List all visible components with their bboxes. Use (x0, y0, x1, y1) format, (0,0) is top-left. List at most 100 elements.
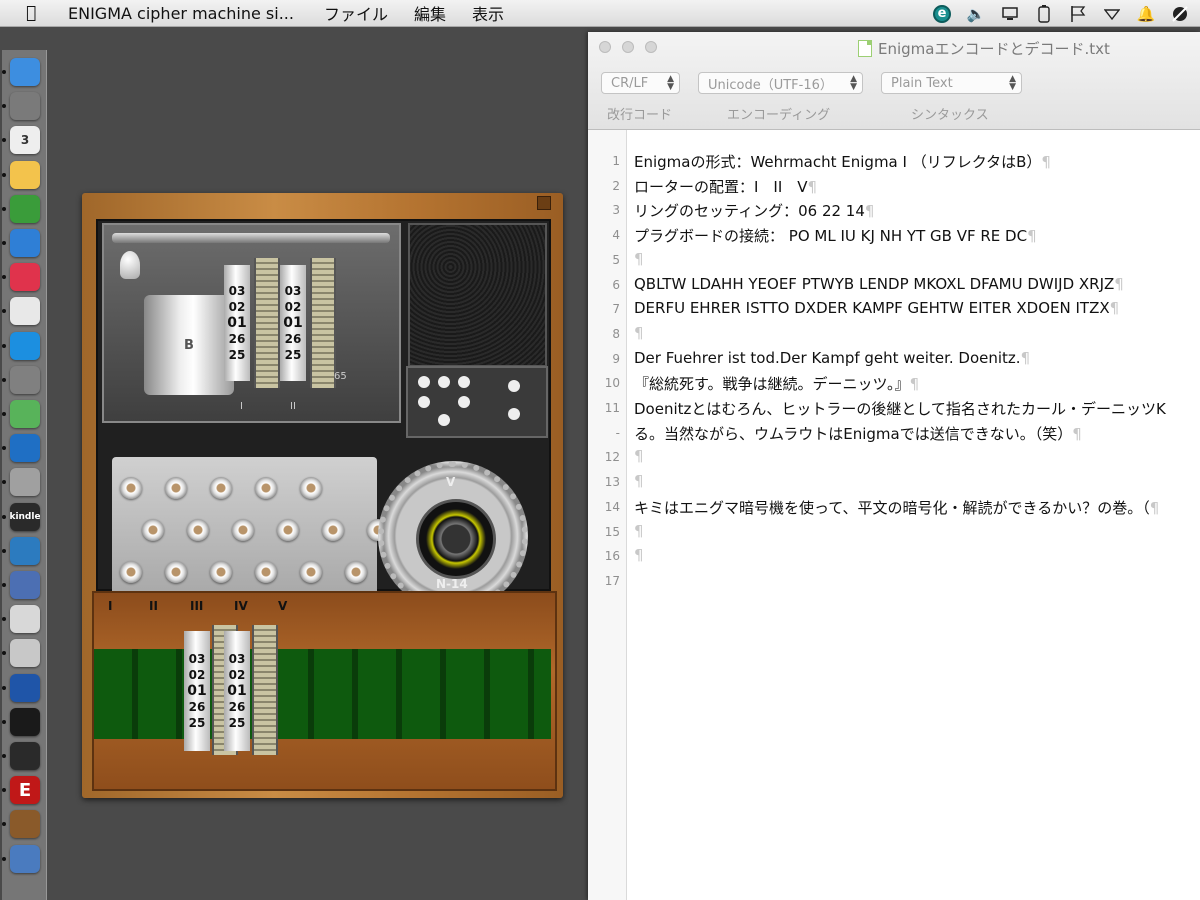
close-button[interactable] (599, 41, 611, 53)
text-line-content: QBLTW LDAHH YEOEF PTWYB LENDP MKOXL DFAM… (634, 274, 1115, 293)
chrome-icon[interactable] (10, 297, 40, 326)
rotor-2[interactable]: 03 02 01 26 25 (280, 265, 306, 381)
calendar-icon[interactable]: 3 (10, 126, 40, 155)
line-ending-popup[interactable]: CR/LF ▲ ▼ (601, 72, 680, 94)
chevron-updown-icon: ▲ ▼ (667, 74, 674, 92)
syntax-popup[interactable]: Plain Text ▲ ▼ (881, 72, 1022, 94)
itunes-icon[interactable] (10, 263, 40, 292)
text-line-content: る。当然ながら、ウムラウトはEnigmaでは送信できない。（笑） (634, 424, 1073, 443)
running-indicator (2, 617, 6, 622)
pilcrow-mark: ¶ (864, 202, 875, 221)
zoom-button[interactable] (645, 41, 657, 53)
app-store-icon[interactable] (10, 331, 40, 360)
pilcrow-mark: ¶ (634, 249, 644, 268)
line-ending-value: CR/LF (611, 75, 649, 91)
instruments-icon[interactable] (10, 810, 40, 839)
running-indicator (2, 172, 6, 177)
rotor-selector-gear[interactable]: V N-14 (378, 461, 528, 611)
enigma-corner-button[interactable] (537, 196, 551, 210)
running-indicator (2, 377, 6, 382)
kindle-icon[interactable]: kindle (10, 502, 40, 531)
text-line-content: Enigmaの形式：Wehrmacht Enigma I （リフレクタはB） (634, 153, 1042, 171)
spare-rotor-2[interactable]: 03 02 01 26 25 (224, 631, 250, 751)
numbers-icon[interactable] (10, 194, 40, 223)
spare-rotor-1-value: 02 (188, 668, 206, 682)
monitor-icon[interactable] (1000, 4, 1020, 24)
text-line-content: ローターの配置：I II V (634, 177, 808, 196)
mapping-icon[interactable] (10, 673, 40, 702)
text-line-content: キミはエニグマ暗号機を使って、平文の暗号化・解読ができるかい？の巻。（ (634, 498, 1150, 517)
rotor-1-value: 03 (228, 284, 246, 298)
pilcrow-mark: ¶ (1041, 153, 1051, 171)
notes-icon[interactable] (10, 605, 40, 634)
spare-rotor-1-current: 01 (187, 683, 207, 699)
rotor-release-bar[interactable] (112, 233, 390, 243)
battery-icon[interactable] (1034, 4, 1054, 24)
lamp (322, 519, 344, 541)
line-number: 7 (612, 302, 620, 317)
enigma-app-icon[interactable]: E (10, 776, 40, 805)
activity-monitor-icon[interactable] (10, 742, 40, 770)
menu-app-name[interactable]: ENIGMA cipher machine si... (68, 4, 294, 23)
text-line-content: 『総統死す。戦争は継続。デーニッツ。』 (634, 375, 910, 394)
lamp (142, 519, 164, 541)
notification-bell-icon[interactable]: 🔔 (1136, 4, 1156, 24)
text-line: キミはエニグマ暗号機を使って、平文の暗号化・解読ができるかい？の巻。（¶ (634, 497, 1159, 518)
remote-desktop-icon[interactable] (10, 571, 40, 599)
spare-rotor-2-value: 03 (228, 652, 246, 666)
disk-utility-icon[interactable] (10, 468, 40, 497)
spare-rotor-2-ring[interactable] (252, 625, 278, 755)
minimize-button[interactable] (622, 41, 634, 53)
rotor-1-value: 26 (228, 332, 246, 346)
spare-rotor-2-value: 26 (228, 700, 246, 714)
rotor-storage-drawer: I II III IV V 03 02 01 26 25 03 02 01 26… (92, 591, 557, 791)
text-line: QBLTW LDAHH YEOEF PTWYB LENDP MKOXL DFAM… (634, 275, 1124, 293)
text-line-content: DERFU EHRER ISTTO DXDER KAMPF GEHTW EITE… (634, 299, 1110, 318)
running-indicator (2, 206, 6, 211)
preview-icon[interactable] (10, 639, 40, 668)
reflector: B (144, 295, 234, 395)
spare-rotor-1-value: 26 (188, 700, 206, 714)
rotor-1-ring[interactable] (254, 258, 280, 388)
wifi-icon[interactable] (1102, 4, 1122, 24)
enigma-interior: B 03 02 01 26 25 03 02 01 26 25 I II 65 … (96, 219, 551, 611)
user-tools-icon[interactable] (1170, 4, 1190, 24)
drawer-label-1: I (108, 599, 113, 613)
apple-menu-icon[interactable]:  (26, 3, 50, 23)
e-status-icon[interactable]: e (932, 4, 952, 24)
finder-icon[interactable] (10, 58, 40, 86)
release-knob[interactable] (120, 251, 140, 279)
maps-icon[interactable] (10, 400, 40, 428)
textedit-icon[interactable] (10, 160, 40, 189)
launchpad-icon[interactable] (10, 92, 40, 121)
volume-icon[interactable]: 🔈 (966, 4, 986, 24)
menu-edit[interactable]: 編集 (414, 1, 446, 25)
rotor-1[interactable]: 03 02 01 26 25 (224, 265, 250, 381)
editor-toolbar: Enigmaエンコードとデコード.txt CR/LF ▲ ▼ Unicode（UT… (588, 32, 1200, 130)
rotor-2-ring[interactable] (310, 258, 336, 388)
chevron-updown-icon: ▲ ▼ (1009, 74, 1016, 92)
thunderbird-icon[interactable] (10, 434, 40, 463)
keynote-icon[interactable] (10, 229, 40, 257)
menu-view[interactable]: 表示 (472, 1, 504, 25)
document-icon (858, 40, 872, 57)
image-capture-icon[interactable] (10, 844, 40, 873)
terminal-icon[interactable] (10, 707, 40, 736)
encoding-popup[interactable]: Unicode（UTF-16） ▲ ▼ (698, 72, 863, 94)
line-number: 10 (604, 376, 620, 391)
menu-file[interactable]: ファイル (324, 1, 388, 25)
system-preferences-icon[interactable] (10, 365, 40, 394)
line-number: 15 (604, 524, 620, 539)
text-line-content: リングのセッティング：06 22 14 (634, 202, 865, 221)
text-line: DERFU EHRER ISTTO DXDER KAMPF GEHTW EITE… (634, 299, 1119, 317)
speaker-grille (408, 223, 547, 367)
text-content[interactable]: Enigmaの形式：Wehrmacht Enigma I （リフレクタはB）¶ ロ… (634, 130, 1200, 900)
rotor-1-value: 02 (228, 300, 246, 314)
text-line: ¶ (634, 447, 644, 465)
line-number: 1 (612, 154, 620, 168)
xcode-icon[interactable] (10, 536, 40, 565)
spare-rotor-1[interactable]: 03 02 01 26 25 (184, 631, 210, 751)
pilcrow-mark: ¶ (1072, 424, 1082, 443)
flag-icon[interactable] (1068, 4, 1088, 24)
gear-hub (416, 499, 496, 579)
